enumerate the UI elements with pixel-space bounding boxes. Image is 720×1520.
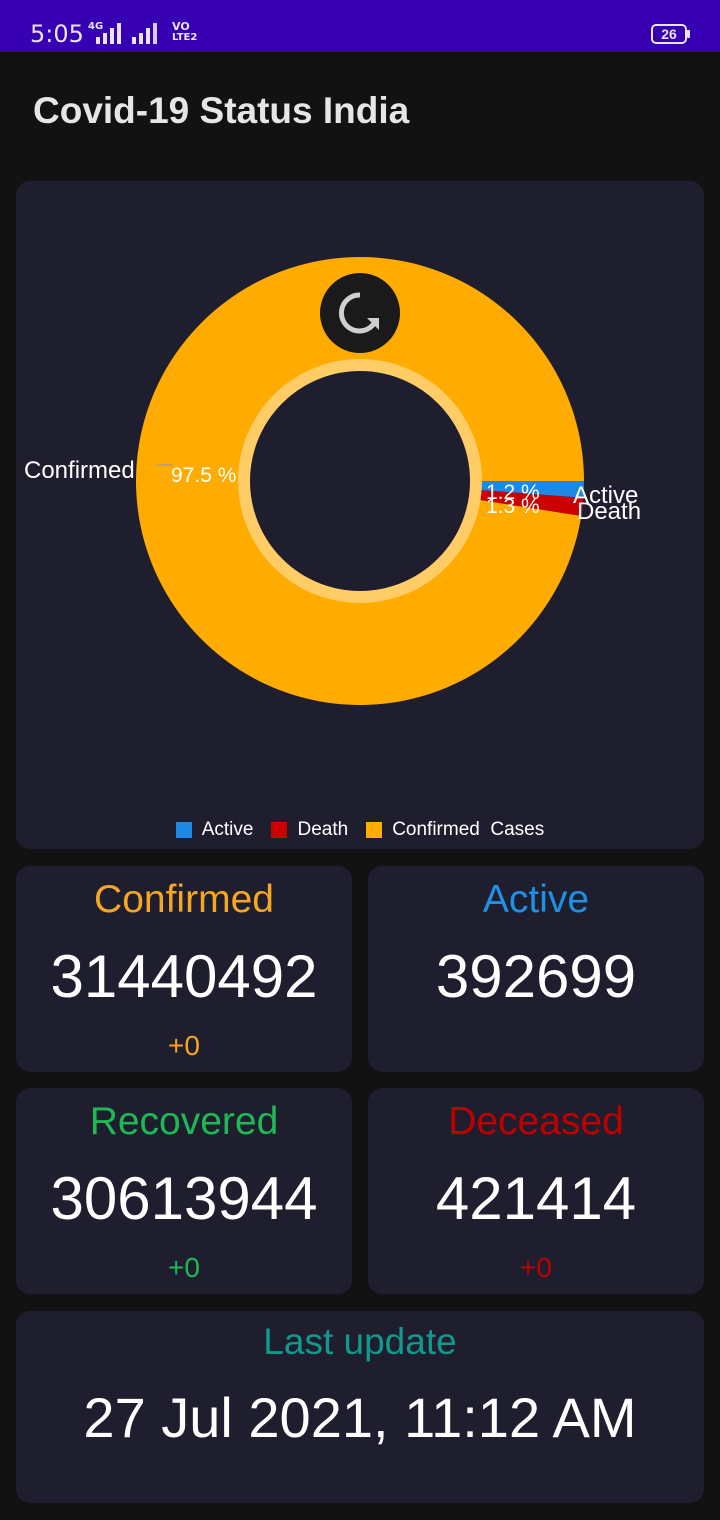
- recovered-label: Recovered: [89, 1100, 279, 1143]
- status-time: 5:05: [30, 20, 84, 48]
- deceased-delta: +0: [520, 1252, 552, 1283]
- legend-item-death: Death: [271, 819, 348, 841]
- confirmed-label: Confirmed: [94, 878, 274, 921]
- legend-swatch-active: [175, 822, 192, 838]
- value-label-death: 1.3 %: [486, 495, 540, 518]
- donut-hole: [252, 373, 468, 589]
- slice-name-confirmed: Confirmed: [24, 457, 135, 484]
- confirmed-delta: +0: [168, 1030, 200, 1061]
- confirmed-card: Confirmed 31440492 +0: [16, 866, 352, 1072]
- signal-strength-2-icon: [132, 22, 157, 44]
- recovered-delta: +0: [168, 1252, 200, 1283]
- legend-label-confirmed: Confirmed Cases: [392, 819, 545, 840]
- active-value: 392699: [435, 943, 637, 1010]
- chart-card: Confirmed 97.5 % 1.2 % Active 1.3 % Death Act…: [16, 181, 704, 849]
- active-card: Active 392699: [368, 866, 704, 1072]
- volte-label-bottom: LTE2: [172, 32, 198, 43]
- legend-swatch-death: [271, 822, 288, 838]
- battery-icon: 26: [651, 24, 687, 44]
- legend-item-confirmed: Confirmed Cases: [366, 819, 544, 841]
- refresh-button[interactable]: [320, 273, 400, 353]
- recovered-card: Recovered 30613944 +0: [16, 1088, 352, 1294]
- slice-name-death: Death: [577, 498, 641, 525]
- legend-item-active: Active: [175, 819, 254, 841]
- last-update-card: Last update 27 Jul 2021, 11:12 AM: [16, 1311, 704, 1503]
- signal-strength-icon: [96, 22, 121, 44]
- page-title: Covid-19 Status India: [33, 90, 410, 131]
- active-label: Active: [482, 878, 590, 921]
- battery-level: 26: [661, 26, 677, 42]
- last-update-value: 27 Jul 2021, 11:12 AM: [83, 1386, 637, 1449]
- refresh-icon: [338, 292, 379, 334]
- legend-label-active: Active: [201, 819, 254, 840]
- chart-legend: Active Death Confirmed Cases: [16, 819, 704, 841]
- battery-tip: [687, 30, 690, 38]
- last-update-label: Last update: [263, 1321, 457, 1362]
- legend-swatch-confirmed: [366, 822, 383, 838]
- recovered-value: 30613944: [50, 1165, 318, 1232]
- confirmed-value: 31440492: [50, 943, 318, 1010]
- legend-label-death: Death: [297, 819, 349, 840]
- deceased-card: Deceased 421414 +0: [368, 1088, 704, 1294]
- status-bar: 5:05 4G VO LTE2 26: [0, 0, 720, 52]
- deceased-value: 421414: [435, 1165, 637, 1232]
- volte-label-top: VO: [172, 20, 190, 33]
- value-label-confirmed: 97.5 %: [171, 464, 236, 487]
- deceased-label: Deceased: [448, 1100, 624, 1143]
